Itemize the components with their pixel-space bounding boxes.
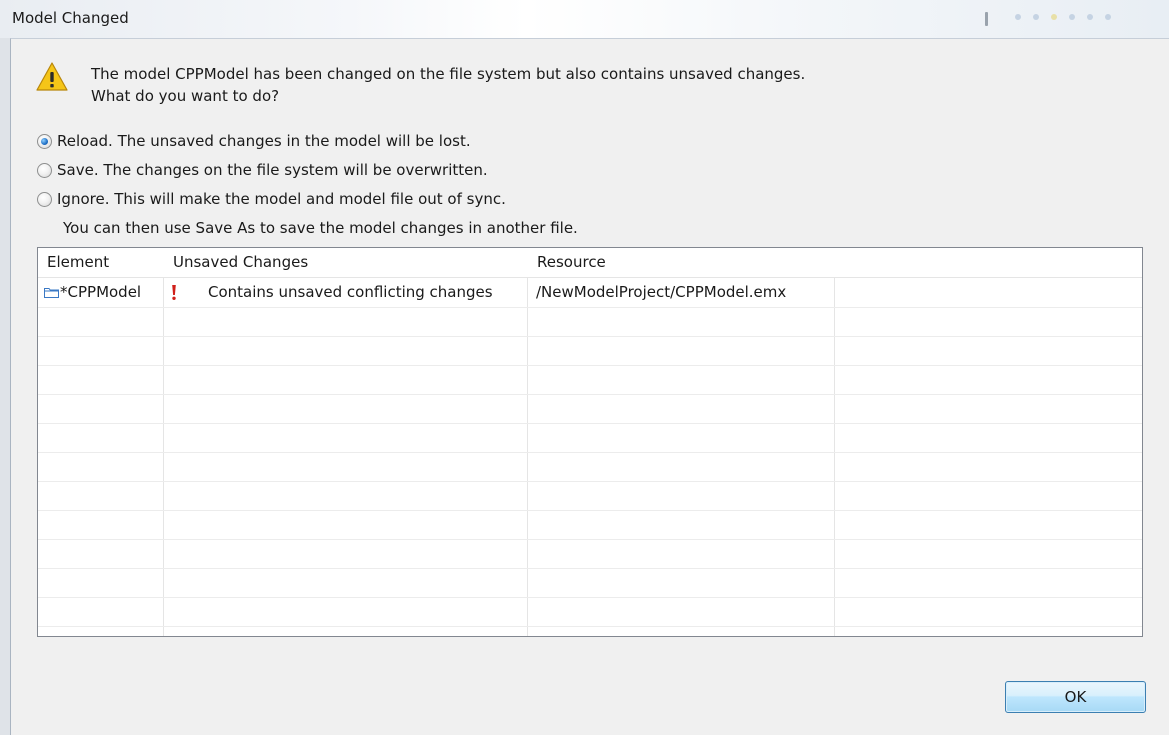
radio-option-ignore[interactable]: Ignore. This will make the model and mod…	[37, 189, 506, 209]
change-description: Contains unsaved conflicting changes	[208, 283, 493, 301]
ok-button[interactable]: OK	[1005, 681, 1146, 713]
column-header-resource[interactable]: Resource	[528, 248, 835, 277]
table-row[interactable]: *CPPModel Contains unsaved conflicting c…	[38, 278, 1142, 307]
title-bar: Model Changed	[0, 0, 1169, 38]
cell-unsaved-changes[interactable]: Contains unsaved conflicting changes	[164, 278, 528, 307]
column-header-element[interactable]: Element	[38, 248, 164, 277]
row-separator	[38, 626, 1142, 627]
ignore-hint-text: You can then use Save As to save the mod…	[63, 219, 578, 237]
row-separator	[38, 568, 1142, 569]
column-header-unsaved-changes[interactable]: Unsaved Changes	[164, 248, 528, 277]
element-name: *CPPModel	[60, 283, 142, 301]
radio-label-reload[interactable]: Reload. The unsaved changes in the model…	[57, 132, 471, 150]
exclamation-icon	[172, 285, 176, 300]
radio-button-reload[interactable]	[37, 133, 52, 149]
row-separator	[38, 510, 1142, 511]
window-title: Model Changed	[12, 9, 129, 27]
warning-icon	[36, 62, 68, 91]
row-separator	[38, 539, 1142, 540]
radio-label-save[interactable]: Save. The changes on the file system wil…	[57, 161, 488, 179]
radio-button-save[interactable]	[37, 162, 52, 178]
row-separator	[38, 597, 1142, 598]
radio-button-ignore[interactable]	[37, 191, 52, 207]
radio-label-ignore[interactable]: Ignore. This will make the model and mod…	[57, 190, 506, 208]
radio-option-reload[interactable]: Reload. The unsaved changes in the model…	[37, 131, 471, 151]
row-separator	[38, 423, 1142, 424]
message-text: The model CPPModel has been changed on t…	[91, 63, 805, 107]
row-separator	[38, 336, 1142, 337]
column-header-empty[interactable]	[835, 248, 1142, 277]
dialog-body: The model CPPModel has been changed on t…	[10, 38, 1169, 735]
radio-option-save[interactable]: Save. The changes on the file system wil…	[37, 160, 488, 180]
cell-resource[interactable]: /NewModelProject/CPPModel.emx	[528, 278, 835, 307]
title-bar-decoration	[975, 8, 1165, 34]
table-header: Element Unsaved Changes Resource	[38, 248, 1142, 278]
folder-icon	[44, 288, 59, 298]
row-separator	[38, 394, 1142, 395]
row-separator	[38, 307, 1142, 308]
message-line-1: The model CPPModel has been changed on t…	[91, 65, 806, 83]
row-separator	[38, 365, 1142, 366]
changes-table[interactable]: Element Unsaved Changes Resource *CPPMod…	[37, 247, 1143, 637]
row-separator	[38, 481, 1142, 482]
cell-element[interactable]: *CPPModel	[38, 278, 164, 307]
row-separator	[38, 452, 1142, 453]
message-line-2: What do you want to do?	[91, 87, 280, 105]
